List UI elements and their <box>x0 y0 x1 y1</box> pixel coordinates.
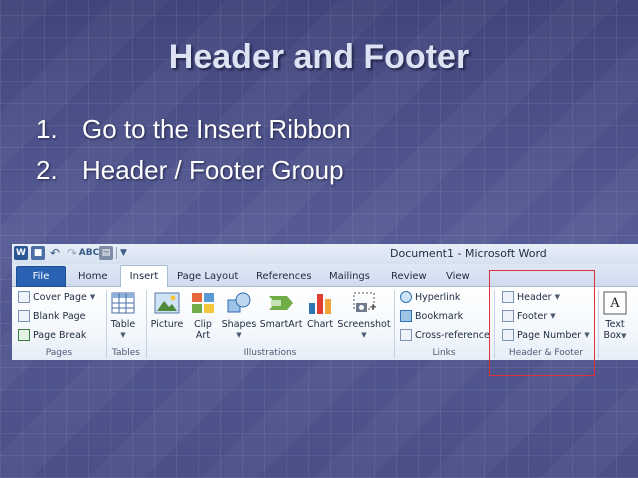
dropdown-arrow-icon: ▼ <box>120 331 126 339</box>
steps-list: 1. Go to the Insert Ribbon 2. Header / F… <box>36 114 351 196</box>
group-label-illustrations: Illustrations <box>243 348 297 358</box>
cover-page-icon <box>18 291 30 303</box>
cross-reference-icon <box>400 329 412 341</box>
slide-title: Header and Footer <box>168 38 470 76</box>
tab-home[interactable]: Home <box>78 267 108 285</box>
quick-access-toolbar: W ■ ↶ ↷ ABC ▤ ▼ <box>14 246 127 260</box>
screenshot-icon <box>350 290 378 316</box>
save-icon[interactable]: ■ <box>31 246 45 260</box>
step-text: Header / Footer Group <box>82 155 344 185</box>
chart-button[interactable]: Chart <box>305 290 335 330</box>
clip-art-icon <box>189 290 217 316</box>
chart-icon <box>306 290 334 316</box>
redo-icon[interactable]: ↷ <box>65 246 79 260</box>
tab-page-layout[interactable]: Page Layout <box>177 267 238 285</box>
bookmark-icon <box>400 310 412 322</box>
step-text: Go to the Insert Ribbon <box>82 114 351 144</box>
page-break-button[interactable]: Page Break <box>18 329 86 341</box>
hyperlink-icon <box>400 291 412 303</box>
picture-button[interactable]: Picture <box>150 290 184 330</box>
cover-page-button[interactable]: Cover Page ▼ <box>18 291 95 303</box>
word-logo-icon[interactable]: W <box>14 246 28 260</box>
svg-text:A: A <box>609 296 620 311</box>
group-label-tables: Tables <box>112 348 140 358</box>
picture-icon <box>153 290 181 316</box>
shapes-icon <box>225 290 253 316</box>
list-item: 2. Header / Footer Group <box>36 155 351 196</box>
tab-mailings[interactable]: Mailings <box>329 267 370 285</box>
table-button[interactable]: Table ▼ <box>108 290 138 341</box>
title-bar: W ■ ↶ ↷ ABC ▤ ▼ Document1 - Microsoft Wo… <box>12 244 638 264</box>
print-icon[interactable]: ▤ <box>99 246 113 260</box>
bookmark-button[interactable]: Bookmark <box>400 310 463 322</box>
group-separator <box>598 290 599 358</box>
text-box-button[interactable]: A Text Box▼ <box>600 290 630 342</box>
clip-art-button[interactable]: Clip Art <box>190 290 216 341</box>
page-break-icon <box>18 329 30 341</box>
group-label-pages: Pages <box>45 348 73 358</box>
shapes-button[interactable]: Shapes ▼ <box>222 290 256 341</box>
smartart-button[interactable]: SmartArt <box>259 290 303 330</box>
tab-insert[interactable]: Insert <box>120 265 168 287</box>
dropdown-arrow-icon: ▼ <box>361 331 367 339</box>
blank-page-icon <box>18 310 30 322</box>
tab-review[interactable]: Review <box>391 267 427 285</box>
toolbar-separator <box>116 247 117 259</box>
group-label-links: Links <box>432 348 456 358</box>
cross-reference-button[interactable]: Cross-reference <box>400 329 490 341</box>
tab-view[interactable]: View <box>446 267 470 285</box>
spelling-check-icon[interactable]: ABC <box>79 246 99 260</box>
table-icon <box>109 290 137 316</box>
tab-file[interactable]: File <box>16 266 66 287</box>
step-number: 1. <box>36 114 58 144</box>
dropdown-arrow-icon: ▼ <box>89 293 96 301</box>
step-number: 2. <box>36 155 58 185</box>
dropdown-arrow-icon: ▼ <box>236 331 242 339</box>
undo-icon[interactable]: ↶ <box>48 246 62 260</box>
text-box-icon: A <box>601 290 629 316</box>
smartart-icon <box>267 290 295 316</box>
tab-references[interactable]: References <box>256 267 312 285</box>
customize-toolbar-dropdown-icon[interactable]: ▼ <box>120 248 127 258</box>
screenshot-button[interactable]: Screenshot ▼ <box>337 290 391 341</box>
list-item: 1. Go to the Insert Ribbon <box>36 114 351 155</box>
blank-page-button[interactable]: Blank Page <box>18 310 86 322</box>
header-footer-highlight-box <box>489 270 595 376</box>
window-title: Document1 - Microsoft Word <box>390 247 547 260</box>
dropdown-arrow-icon: ▼ <box>621 332 627 340</box>
hyperlink-button[interactable]: Hyperlink <box>400 291 460 303</box>
